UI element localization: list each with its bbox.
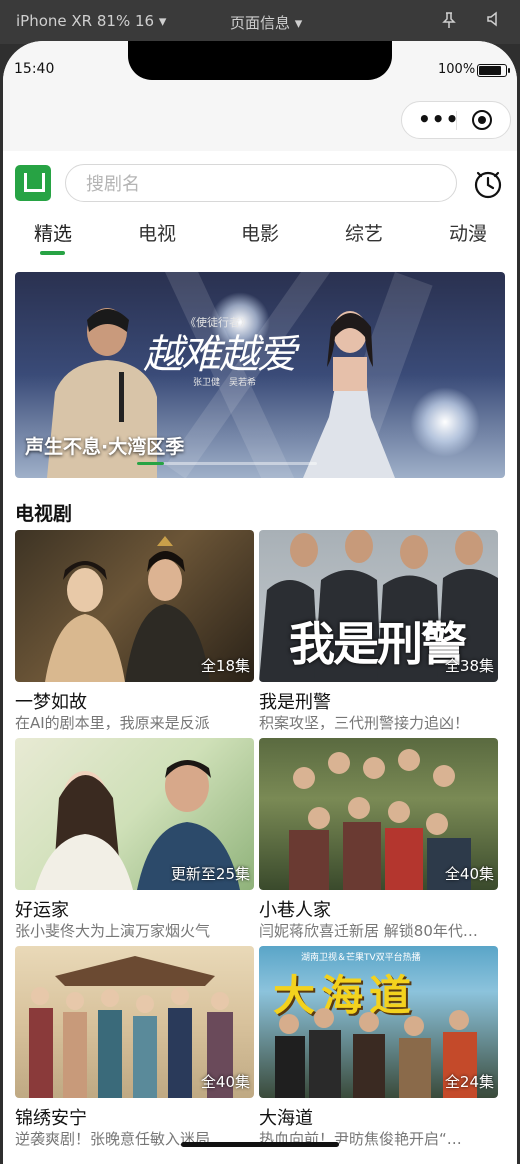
show-description: 张小斐佟大为上演万家烟火气 — [15, 922, 211, 940]
episode-badge: 全18集 — [200, 657, 250, 675]
banner-art-title: 越难越爱 — [143, 332, 297, 378]
more-icon[interactable]: ••• — [418, 107, 459, 131]
battery-icon — [477, 64, 510, 77]
banner-art-credits: 张卫健 吴若希 — [193, 378, 257, 388]
show-description: 积案攻坚，三代刑警接力追凶！ — [259, 714, 470, 732]
device-selector[interactable]: iPhone XR 81% 16 ▾ — [16, 12, 166, 30]
tab-anime[interactable]: 动漫 — [433, 219, 503, 246]
mini-program-navbar: ••• — [3, 97, 517, 151]
show-poster: 全40集 — [15, 946, 254, 1098]
banner-progress — [137, 462, 317, 465]
banner-title: 声生不息·大湾区季 — [25, 436, 185, 458]
show-poster: 我是刑警 全38集 — [259, 530, 498, 682]
show-title: 我是刑警 — [259, 692, 331, 713]
capsule-menu: ••• — [401, 101, 511, 139]
banner-performer-right — [303, 311, 395, 478]
battery-percent: 100% — [438, 62, 476, 77]
page-info-menu[interactable]: 页面信息 ▾ — [230, 12, 302, 33]
home-indicator — [181, 1142, 339, 1147]
active-tab-indicator — [40, 251, 65, 255]
featured-banner[interactable]: 越难越爱 《使徒行者》 张卫健 吴若希 声生不息·大湾区季 — [15, 272, 505, 478]
episode-badge: 全40集 — [444, 865, 494, 883]
show-title: 大海道 — [259, 1108, 313, 1129]
search-input[interactable] — [84, 171, 428, 197]
show-title: 好运家 — [15, 900, 69, 921]
app-logo — [15, 165, 51, 201]
watch-history-icon[interactable] — [473, 169, 503, 199]
show-poster: 全40集 — [259, 738, 498, 890]
close-miniprogram-icon[interactable] — [472, 110, 492, 130]
show-poster: 更新至25集 — [15, 738, 254, 890]
banner-progress-fill — [137, 462, 164, 465]
category-tabs: 精选 电视 电影 综艺 动漫 — [3, 211, 517, 261]
episode-badge: 全40集 — [200, 1073, 250, 1091]
section-title: 电视剧 — [15, 503, 73, 525]
show-title: 小巷人家 — [259, 900, 331, 921]
tab-movie[interactable]: 电影 — [225, 219, 295, 246]
episode-badge: 全38集 — [444, 657, 494, 675]
device-notch — [128, 41, 392, 80]
devtools-bar: iPhone XR 81% 16 ▾ 页面信息 ▾ — [0, 0, 520, 44]
status-time: 15:40 — [14, 61, 55, 77]
poster-art-title: 我是刑警 — [289, 617, 467, 671]
tab-variety[interactable]: 综艺 — [329, 219, 399, 246]
search-row — [3, 151, 517, 203]
show-title: 锦绣安宁 — [15, 1108, 87, 1129]
episode-badge: 更新至25集 — [170, 865, 250, 883]
banner-art-subtitle: 《使徒行者》 — [185, 316, 251, 329]
pin-icon[interactable] — [442, 12, 456, 32]
phone-screen: 15:40 100% ••• 精选 电视 电影 综艺 动漫 — [3, 41, 517, 1164]
tab-tv[interactable]: 电视 — [122, 219, 192, 246]
episode-badge: 全24集 — [444, 1073, 494, 1091]
show-description: 在AI的剧本里，我原来是反派 — [15, 714, 210, 732]
show-poster: 湖南卫视＆芒果TV双平台热播 大海道 全24集 — [259, 946, 498, 1098]
show-poster: 全18集 — [15, 530, 254, 682]
tab-featured[interactable]: 精选 — [18, 219, 88, 246]
volume-icon[interactable] — [486, 11, 502, 31]
show-title: 一梦如故 — [15, 692, 87, 713]
search-box[interactable] — [65, 164, 457, 202]
show-description: 闫妮蒋欣喜迁新居 解锁80年代… — [259, 922, 478, 940]
